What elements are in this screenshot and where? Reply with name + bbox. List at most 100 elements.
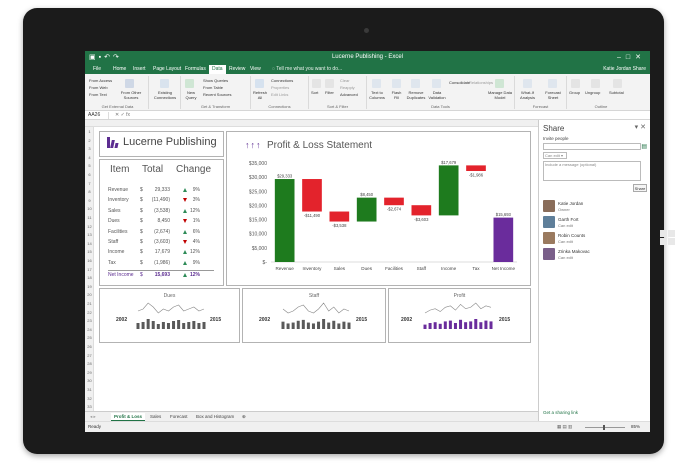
row-number[interactable]: 30: [85, 378, 94, 383]
windows-logo-icon[interactable]: [660, 230, 676, 246]
row-number[interactable]: 2: [85, 138, 94, 143]
row-number[interactable]: 21: [85, 301, 94, 306]
add-sheet-icon[interactable]: ⊕: [239, 413, 249, 421]
maximize-icon[interactable]: □: [626, 54, 635, 61]
from-table-button[interactable]: From Table: [203, 85, 223, 90]
row-number[interactable]: 19: [85, 284, 94, 289]
edit-links-button[interactable]: Edit Links: [271, 92, 288, 97]
share-button[interactable]: Share: [633, 66, 646, 72]
person-item[interactable]: Zrinka Makovac Can edit: [543, 248, 647, 262]
row-number[interactable]: 20: [85, 292, 94, 297]
refresh-all-button[interactable]: Refresh All: [252, 90, 268, 100]
subtotal-button[interactable]: Subtotal: [609, 90, 624, 95]
row-header[interactable]: 1 2 3 4 5 6 7 8 9 10 11 12 13 14 15 16 17 18 19 20 21 22 23 24 2…: [85, 127, 94, 411]
account-area[interactable]: Katie Jordan Share: [603, 66, 646, 72]
flash-fill-button[interactable]: Flash Fill: [389, 90, 404, 100]
view-buttons-icon[interactable]: ▦ ▤ ▥: [557, 424, 572, 430]
sheet-tab-profit-loss[interactable]: Profit & Loss: [111, 413, 146, 421]
sheet-tab-box-histogram[interactable]: Box and Histogram: [193, 413, 237, 421]
advanced-button[interactable]: Advanced: [340, 92, 358, 97]
share-submit-button[interactable]: Share: [633, 184, 647, 192]
row-number[interactable]: 22: [85, 310, 94, 315]
sheet-tab-sales[interactable]: Sales: [147, 413, 164, 421]
worksheet-grid[interactable]: 1 2 3 4 5 6 7 8 9 10 11 12 13 14 15 16 17 18 19 20 21 22 23 24 2…: [85, 120, 538, 411]
row-number[interactable]: 7: [85, 181, 94, 186]
close-icon[interactable]: ✕: [635, 54, 646, 61]
manage-data-model-button[interactable]: Manage Data Model: [487, 90, 513, 100]
row-number[interactable]: 25: [85, 335, 94, 340]
row-number[interactable]: 17: [85, 267, 94, 272]
tab-scroll-arrows-icon[interactable]: ◂ ▸: [87, 413, 99, 421]
properties-button[interactable]: Properties: [271, 85, 289, 90]
row-number[interactable]: 1: [85, 129, 94, 134]
pane-close-icon[interactable]: ▾ ✕: [635, 123, 646, 131]
sheet-tab-forecast[interactable]: Forecast: [167, 413, 191, 421]
group-button[interactable]: Group: [569, 90, 580, 95]
sort-button[interactable]: Sort: [311, 90, 318, 95]
row-number[interactable]: 3: [85, 146, 94, 151]
from-web-button[interactable]: From Web: [89, 85, 108, 90]
row-number[interactable]: 6: [85, 172, 94, 177]
row-number[interactable]: 12: [85, 224, 94, 229]
zoom-slider[interactable]: [585, 427, 625, 428]
row-number[interactable]: 33: [85, 404, 94, 409]
from-text-button[interactable]: From Text: [89, 92, 107, 97]
row-number[interactable]: 29: [85, 370, 94, 375]
person-item[interactable]: Garth Fort Can edit: [543, 216, 647, 230]
tab-data[interactable]: Data: [209, 65, 226, 74]
row-number[interactable]: 24: [85, 327, 94, 332]
row-number[interactable]: 32: [85, 396, 94, 401]
person-item[interactable]: Robin Counts Can edit: [543, 232, 647, 246]
ungroup-button[interactable]: Ungroup: [585, 90, 600, 95]
text-to-columns-button[interactable]: Text to Columns: [367, 90, 387, 100]
message-input[interactable]: Include a message (optional): [543, 161, 641, 181]
remove-duplicates-button[interactable]: Remove Duplicates: [405, 90, 427, 100]
row-number[interactable]: 27: [85, 353, 94, 358]
sharing-link[interactable]: Get a sharing link: [543, 410, 578, 415]
tab-file[interactable]: File: [93, 66, 101, 72]
from-other-sources-button[interactable]: From Other Sources: [117, 90, 145, 100]
relationships-button[interactable]: Relationships: [469, 80, 493, 85]
tab-page-layout[interactable]: Page Layout: [153, 66, 181, 72]
tab-home[interactable]: Home: [113, 66, 126, 72]
row-number[interactable]: 11: [85, 215, 94, 220]
what-if-analysis-button[interactable]: What-If Analysis: [515, 90, 540, 100]
connections-button[interactable]: Connections: [271, 78, 293, 83]
column-header[interactable]: [85, 120, 538, 127]
tab-review[interactable]: Review: [229, 66, 245, 72]
window-controls[interactable]: –□✕: [617, 53, 646, 61]
row-number[interactable]: 13: [85, 232, 94, 237]
reapply-button[interactable]: Reapply: [340, 85, 355, 90]
forecast-sheet-button[interactable]: Forecast Sheet: [542, 90, 564, 100]
consolidate-button[interactable]: Consolidate: [449, 80, 470, 85]
row-number[interactable]: 26: [85, 344, 94, 349]
zoom-level[interactable]: 85%: [631, 424, 640, 429]
filter-button[interactable]: Filter: [325, 90, 334, 95]
new-query-button[interactable]: New Query: [182, 90, 200, 100]
row-number[interactable]: 31: [85, 387, 94, 392]
permission-select[interactable]: Can edit ▾: [543, 152, 567, 159]
row-number[interactable]: 18: [85, 275, 94, 280]
row-number[interactable]: 23: [85, 318, 94, 323]
row-number[interactable]: 5: [85, 163, 94, 168]
tab-view[interactable]: View: [250, 66, 261, 72]
tell-me-search[interactable]: ◌ Tell me what you want to do...: [272, 66, 342, 72]
tab-formulas[interactable]: Formulas: [185, 66, 206, 72]
from-access-button[interactable]: From Access: [89, 78, 112, 83]
clear-button[interactable]: Clear: [340, 78, 350, 83]
show-queries-button[interactable]: Show Queries: [203, 78, 228, 83]
existing-connections-button[interactable]: Existing Connections: [150, 90, 180, 100]
minimize-icon[interactable]: –: [617, 54, 626, 61]
account-name[interactable]: Katie Jordan: [603, 66, 631, 72]
row-number[interactable]: 4: [85, 155, 94, 160]
address-book-icon[interactable]: ▤: [641, 143, 647, 150]
data-validation-button[interactable]: Data Validation: [427, 90, 447, 100]
recent-sources-button[interactable]: Recent Sources: [203, 92, 231, 97]
person-item[interactable]: Katie Jordan Owner: [543, 200, 647, 214]
row-number[interactable]: 8: [85, 189, 94, 194]
invite-input[interactable]: [543, 143, 641, 150]
row-number[interactable]: 14: [85, 241, 94, 246]
row-number[interactable]: 28: [85, 361, 94, 366]
zoom-slider-thumb[interactable]: [603, 425, 605, 430]
tab-insert[interactable]: Insert: [133, 66, 146, 72]
